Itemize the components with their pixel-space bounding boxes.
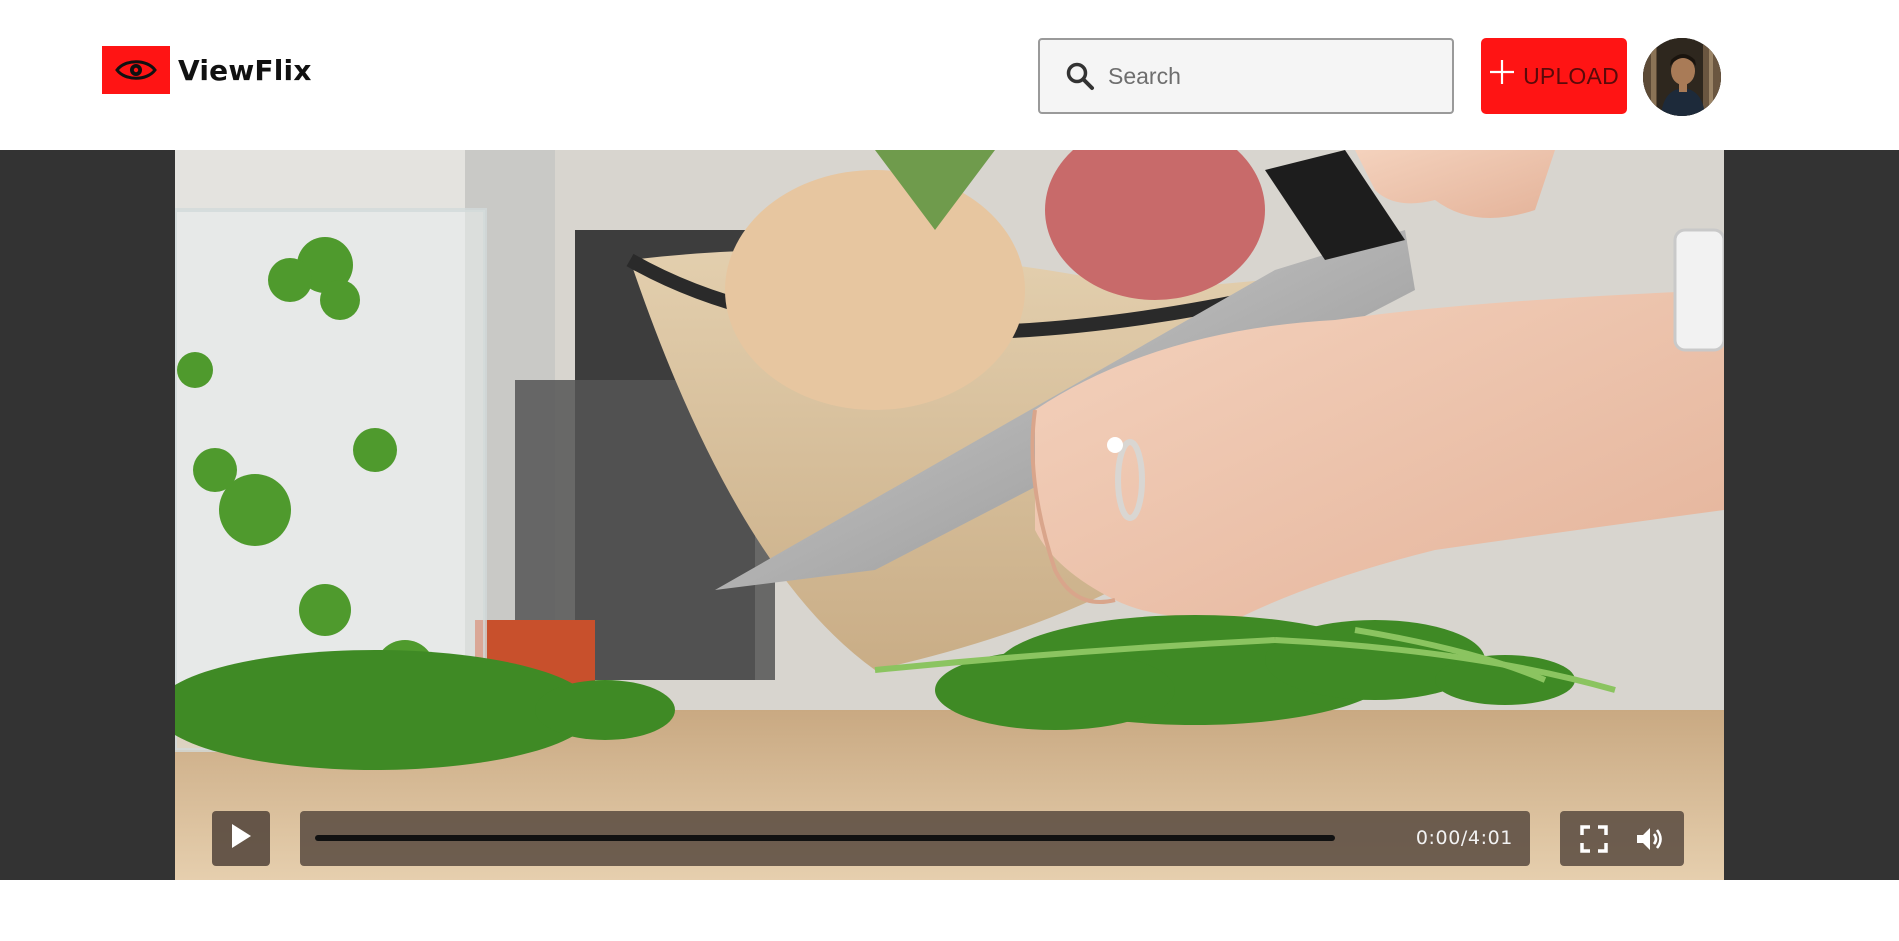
video-frame (175, 150, 1724, 880)
video-player[interactable]: 0:00/4:01 (175, 150, 1724, 880)
page: ViewFlix UPLOAD (0, 0, 1899, 941)
eye-icon (102, 46, 170, 94)
play-button[interactable] (212, 811, 270, 866)
search-box[interactable] (1038, 38, 1454, 114)
header: ViewFlix UPLOAD (0, 0, 1899, 150)
upload-button[interactable]: UPLOAD (1481, 38, 1627, 114)
player-controls-right (1560, 811, 1684, 866)
fullscreen-icon[interactable] (1577, 822, 1611, 856)
plus-icon (1489, 56, 1515, 92)
play-icon (229, 822, 253, 855)
time-display: 0:00/4:01 (1415, 827, 1513, 849)
playback-bar: 0:00/4:01 (300, 811, 1530, 866)
volume-icon[interactable] (1633, 822, 1667, 856)
app-name: ViewFlix (178, 53, 312, 87)
upload-label: UPLOAD (1523, 62, 1619, 89)
search-icon[interactable] (1064, 60, 1096, 92)
logo[interactable]: ViewFlix (102, 46, 312, 94)
progress-bar[interactable] (315, 835, 1335, 841)
video-stage: 0:00/4:01 (0, 150, 1899, 880)
user-avatar[interactable] (1643, 38, 1721, 116)
search-input[interactable] (1106, 55, 1450, 97)
